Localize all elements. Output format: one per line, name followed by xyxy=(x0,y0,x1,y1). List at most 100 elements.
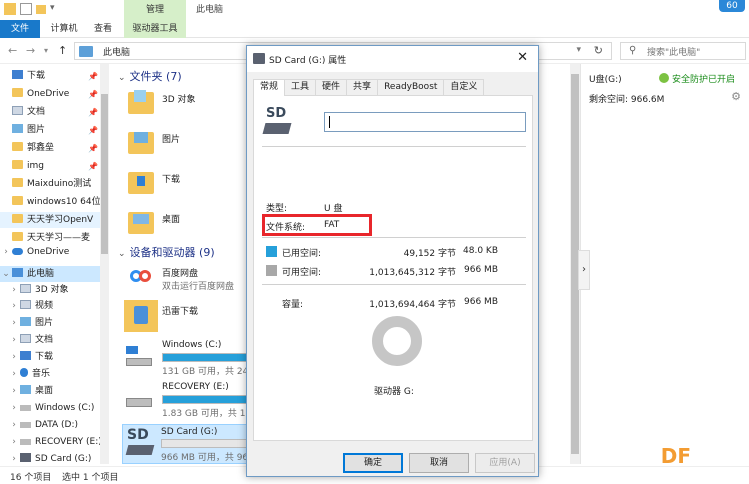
nav-label: OneDrive xyxy=(27,89,70,99)
drive-icon xyxy=(20,439,31,445)
nav-item-documents[interactable]: 文档 xyxy=(0,104,100,120)
nav-item-pc-pictures[interactable]: › 图片 xyxy=(8,315,108,331)
nav-item-sd-card[interactable]: › SD Card (G:) xyxy=(8,451,108,464)
nav-item-drive-d[interactable]: › DATA (D:) xyxy=(8,417,108,433)
tab-tools[interactable]: 工具 xyxy=(284,79,317,95)
chevron-down-icon: ⌄ xyxy=(118,73,126,83)
address-dropdown-icon[interactable]: ▾ xyxy=(576,45,581,55)
folder-pictures-icon[interactable] xyxy=(128,128,154,154)
search-box[interactable]: ⚲ 搜索"此电脑" xyxy=(620,42,746,60)
refresh-icon[interactable]: ↻ xyxy=(594,44,603,57)
xunlei-label[interactable]: 迅雷下载 xyxy=(162,304,198,317)
nav-label: 天天学习——麦 xyxy=(27,233,91,243)
nav-item-onedrive-folder[interactable]: OneDrive xyxy=(0,86,100,102)
sd-card-icon xyxy=(20,453,31,462)
type-value: U 盘 xyxy=(324,204,343,214)
nav-label: 图片 xyxy=(35,318,54,328)
folder-icon xyxy=(12,142,23,151)
volume-label-input[interactable] xyxy=(324,112,526,132)
tab-manage[interactable]: 管理 xyxy=(124,0,186,20)
nav-item-windows10[interactable]: windows10 64位 xyxy=(0,194,100,210)
ok-button[interactable]: 确定 xyxy=(343,453,403,473)
nav-label: DATA (D:) xyxy=(35,420,79,430)
nav-item-pictures[interactable]: 图片 xyxy=(0,122,100,138)
security-status-text: 安全防护已开启 xyxy=(672,75,736,85)
cancel-button[interactable]: 取消 xyxy=(409,453,469,473)
tab-file[interactable]: 文件 xyxy=(0,20,40,38)
forward-arrow-icon[interactable]: → xyxy=(26,44,35,57)
shield-icon xyxy=(659,73,669,83)
nav-item-this-pc[interactable]: ⌄ 此电脑 xyxy=(0,266,100,282)
nav-item-maixduino[interactable]: Maixduino测试 xyxy=(0,176,100,192)
capacity-bytes: 1,013,694,464 字节 xyxy=(369,300,456,310)
security-status[interactable]: 安全防护已开启 xyxy=(659,72,735,85)
nav-item-3d-objects[interactable]: › 3D 对象 xyxy=(8,282,108,298)
drive-c-name: Windows (C:) xyxy=(162,340,222,350)
folder-download-icon[interactable] xyxy=(128,168,154,194)
df-logo: DF xyxy=(660,444,691,468)
nav-label: 文档 xyxy=(27,107,46,117)
nav-scrollbar-thumb[interactable] xyxy=(101,94,108,254)
folder-desktop-label[interactable]: 桌面 xyxy=(162,212,180,225)
chevron-down-icon[interactable]: ▾ xyxy=(50,3,58,15)
baidu-netdisk-icon[interactable] xyxy=(128,264,154,290)
tab-readyboost[interactable]: ReadyBoost xyxy=(377,79,445,95)
tab-view[interactable]: 查看 xyxy=(88,20,118,38)
nav-item-desktop[interactable]: › 桌面 xyxy=(8,383,108,399)
folder-icon xyxy=(12,214,23,223)
nav-label: Windows (C:) xyxy=(35,403,95,413)
nav-item-download[interactable]: 下载 xyxy=(0,68,100,84)
recent-dropdown-icon[interactable]: ▾ xyxy=(44,46,48,55)
folder-pictures-label[interactable]: 图片 xyxy=(162,132,180,145)
nav-label: 音乐 xyxy=(32,369,51,379)
picture-icon xyxy=(12,124,23,133)
ribbon-tabs: 文件 计算机 查看 驱动器工具 xyxy=(0,20,749,38)
nav-label: 图片 xyxy=(27,125,46,135)
nav-item-onedrive[interactable]: › OneDrive xyxy=(0,244,100,260)
xunlei-folder-icon[interactable] xyxy=(124,300,158,332)
group-label: 设备和驱动器 (9) xyxy=(129,246,215,259)
notification-badge[interactable]: 60 xyxy=(719,0,745,12)
nav-item-openv[interactable]: 天天学习OpenV xyxy=(0,212,100,228)
devices-group-header[interactable]: ⌄ 设备和驱动器 (9) xyxy=(118,244,215,260)
tab-hardware[interactable]: 硬件 xyxy=(315,79,348,95)
folder-3d-icon[interactable] xyxy=(128,88,154,114)
type-label: 类型: xyxy=(266,204,288,214)
gear-icon[interactable]: ⚙ xyxy=(731,90,741,103)
folder-3d-label[interactable]: 3D 对象 xyxy=(162,92,196,105)
tab-drive-tools[interactable]: 驱动器工具 xyxy=(124,20,186,38)
baidu-netdisk-label[interactable]: 百度网盘 xyxy=(162,266,198,279)
nav-item-folder[interactable]: 郭鑫垒 xyxy=(0,140,100,156)
close-icon[interactable]: ✕ xyxy=(517,50,528,65)
properties-icon[interactable] xyxy=(20,3,32,15)
breadcrumb[interactable]: 此电脑 xyxy=(103,45,130,58)
tab-sharing[interactable]: 共享 xyxy=(346,79,379,95)
nav-item-img[interactable]: img xyxy=(0,158,100,174)
nav-item-pc-documents[interactable]: › 文档 xyxy=(8,332,108,348)
nav-item-drive-e[interactable]: › RECOVERY (E:) xyxy=(8,434,108,450)
dialog-title: SD Card (G:) 属性 xyxy=(269,56,347,66)
nav-label: 此电脑 xyxy=(27,269,55,279)
nav-item-drive-c[interactable]: › Windows (C:) xyxy=(8,400,108,416)
folders-group-header[interactable]: ⌄ 文件夹 (7) xyxy=(118,68,182,84)
new-folder-icon[interactable] xyxy=(36,4,46,14)
folder-download-label[interactable]: 下载 xyxy=(162,172,180,185)
up-arrow-icon[interactable]: ↑ xyxy=(58,44,67,57)
details-free-space: 剩余空间: 966.6M xyxy=(589,95,665,105)
tab-customize[interactable]: 自定义 xyxy=(443,79,485,95)
apply-button[interactable]: 应用(A) xyxy=(475,453,535,473)
nav-item-pc-download[interactable]: › 下载 xyxy=(8,349,108,365)
capacity-size: 966 MB xyxy=(464,297,498,307)
chevron-right-icon[interactable]: › xyxy=(578,250,590,290)
tab-general[interactable]: 常规 xyxy=(253,79,286,96)
folder-desktop-icon[interactable] xyxy=(128,208,154,234)
drive-icon xyxy=(20,422,31,428)
nav-item-music[interactable]: › 音乐 xyxy=(8,366,108,382)
nav-item-video[interactable]: › 视频 xyxy=(8,298,108,314)
download-icon xyxy=(12,70,23,79)
download-icon xyxy=(20,351,31,360)
nav-scrollbar[interactable] xyxy=(100,64,109,464)
tab-computer[interactable]: 计算机 xyxy=(46,20,82,38)
nav-label: 视频 xyxy=(35,301,54,311)
back-arrow-icon[interactable]: ← xyxy=(8,44,17,57)
